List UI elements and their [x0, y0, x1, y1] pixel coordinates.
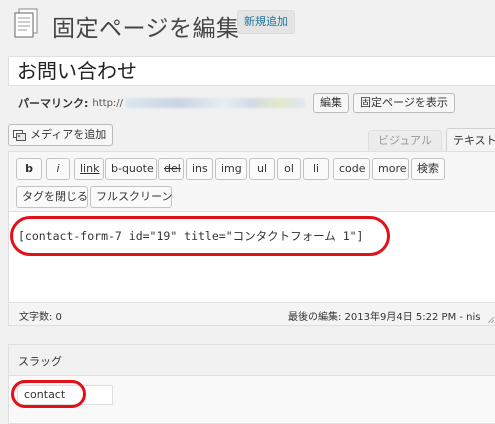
quicktag-li-button[interactable]: li: [303, 158, 329, 180]
quicktag-del-button[interactable]: del: [158, 158, 184, 180]
quicktag-search-button[interactable]: 検索: [411, 158, 445, 180]
media-icon: [13, 129, 26, 141]
quicktag-fullscreen-button[interactable]: フルスクリーン: [90, 186, 172, 208]
slug-metabox-title: スラッグ: [18, 355, 62, 368]
add-media-button[interactable]: メディアを追加: [8, 124, 114, 146]
quicktag-italic-button[interactable]: i: [46, 158, 70, 180]
tab-text[interactable]: テキスト: [446, 128, 495, 153]
page-title: 固定ページを編集: [52, 16, 240, 42]
quicktag-ol-button[interactable]: ol: [277, 158, 301, 180]
add-media-label: メディアを追加: [30, 128, 107, 141]
editor-status-bar: 文字数: 0 最後の編集: 2013年9月4日 5:22 PM - nis: [9, 304, 495, 325]
quicktag-ins-button[interactable]: ins: [186, 158, 213, 180]
slug-highlight-annotation: [11, 380, 86, 408]
slug-metabox-header[interactable]: [9, 345, 495, 376]
post-title-input[interactable]: お問い合わせ: [8, 56, 495, 86]
word-count: 文字数: 0: [19, 312, 62, 323]
permalink-row: パーマリンク: http:// 編集 固定ページを表示: [18, 93, 455, 113]
quicktag-ul-button[interactable]: ul: [249, 158, 275, 180]
last-edited-info: 最後の編集: 2013年9月4日 5:22 PM - nis: [288, 312, 481, 323]
quicktag-code-button[interactable]: code: [333, 158, 370, 180]
pages-icon: [14, 8, 38, 38]
quicktag-link-button[interactable]: link: [74, 158, 104, 180]
edit-slug-button[interactable]: 編集: [313, 93, 350, 113]
quicktag-blockquote-button[interactable]: b-quote: [105, 158, 157, 180]
resize-handle-icon[interactable]: [488, 317, 494, 323]
view-page-button[interactable]: 固定ページを表示: [353, 93, 455, 113]
quicktag-close-tags-button[interactable]: タグを閉じる: [16, 186, 88, 208]
tab-visual[interactable]: ビジュアル: [368, 130, 442, 151]
permalink-label: パーマリンク:: [18, 97, 89, 110]
shortcode-highlight-annotation: [10, 216, 390, 256]
permalink-url[interactable]: http://: [92, 98, 123, 109]
permalink-url-redacted: [125, 98, 306, 108]
quicktag-img-button[interactable]: img: [215, 158, 247, 180]
add-new-button[interactable]: 新規追加: [237, 10, 295, 34]
quicktag-more-button[interactable]: more: [372, 158, 409, 180]
quicktag-bold-button[interactable]: b: [16, 158, 42, 180]
